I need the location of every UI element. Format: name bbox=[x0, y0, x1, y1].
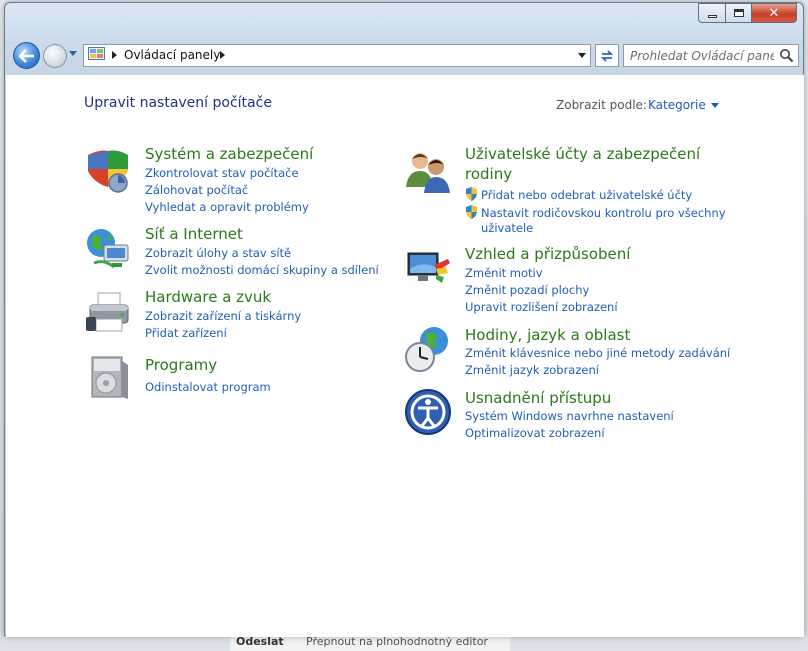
link-add-remove-accounts-label: Přidat nebo odebrat uživatelské účty bbox=[481, 188, 693, 202]
ease-of-access-icon bbox=[405, 389, 451, 435]
link-parental-controls-label: Nastavit rodičovskou kontrolu pro všechn… bbox=[481, 206, 726, 220]
breadcrumb-arrow-icon[interactable] bbox=[112, 51, 117, 59]
category-hardware-sound[interactable]: Hardware a zvuk bbox=[145, 288, 271, 306]
address-bar[interactable]: Ovládací panely bbox=[83, 44, 591, 67]
recent-pages-dropdown[interactable] bbox=[69, 51, 77, 56]
minimize-button[interactable] bbox=[698, 3, 725, 23]
control-panel-icon bbox=[88, 47, 105, 60]
category-programs[interactable]: Programy bbox=[145, 356, 217, 374]
category-network-internet[interactable]: Síť a Internet bbox=[145, 225, 243, 243]
category-appearance[interactable]: Vzhled a přizpůsobení bbox=[465, 245, 630, 263]
uac-shield-icon bbox=[466, 205, 477, 219]
navigation-bar: Ovládací panely bbox=[11, 41, 799, 69]
view-by-dropdown[interactable]: Kategorie bbox=[648, 98, 719, 112]
minimize-icon bbox=[707, 14, 717, 18]
category-system-security[interactable]: Systém a zabezpečení bbox=[145, 145, 313, 163]
refresh-icon bbox=[600, 49, 614, 62]
link-check-status[interactable]: Zkontrolovat stav počítače bbox=[145, 166, 299, 180]
printer-icon bbox=[86, 292, 129, 332]
address-dropdown-icon[interactable] bbox=[578, 53, 586, 58]
breadcrumb-arrow-icon[interactable] bbox=[220, 51, 225, 59]
uac-shield-icon bbox=[466, 187, 477, 201]
forward-button[interactable] bbox=[43, 44, 67, 68]
category-clock-language-region[interactable]: Hodiny, jazyk a oblast bbox=[465, 326, 630, 344]
link-parental-controls[interactable]: Nastavit rodičovskou kontrolu pro všechn… bbox=[465, 205, 726, 220]
control-panel-window: ✕ Ovládací panely Prohledat Ovládací pan… bbox=[4, 2, 804, 637]
close-icon: ✕ bbox=[768, 5, 780, 21]
chevron-down-icon bbox=[710, 103, 719, 108]
category-user-accounts[interactable]: Uživatelské účty a zabezpečení rodiny bbox=[465, 145, 700, 185]
main-content: Upravit nastavení počítače Zobrazit podl… bbox=[6, 75, 804, 637]
link-add-device[interactable]: Přidat zařízení bbox=[145, 326, 227, 340]
link-optimize-display[interactable]: Optimalizovat zobrazení bbox=[465, 426, 605, 440]
category-ease-of-access[interactable]: Usnadnění přístupu bbox=[465, 389, 611, 407]
link-parental-controls-cont[interactable]: uživatele bbox=[481, 221, 533, 235]
link-homegroup[interactable]: Zvolit možnosti domácí skupiny a sdílení bbox=[145, 263, 379, 277]
link-change-theme[interactable]: Změnit motiv bbox=[465, 266, 543, 280]
network-globe-icon bbox=[87, 229, 129, 269]
link-change-keyboards[interactable]: Změnit klávesnice nebo jiné metody zadáv… bbox=[465, 346, 730, 360]
link-network-status[interactable]: Zobrazit úlohy a stav sítě bbox=[145, 246, 291, 260]
link-add-remove-accounts[interactable]: Přidat nebo odebrat uživatelské účty bbox=[465, 187, 692, 202]
back-button[interactable] bbox=[13, 42, 40, 69]
clock-globe-icon bbox=[405, 327, 448, 372]
maximize-button[interactable] bbox=[725, 3, 751, 23]
view-by-value: Kategorie bbox=[648, 98, 706, 112]
caption-buttons: ✕ bbox=[698, 3, 797, 23]
security-shield-icon bbox=[88, 150, 128, 193]
users-icon bbox=[406, 153, 450, 193]
back-arrow-icon bbox=[18, 48, 34, 63]
page-title: Upravit nastavení počítače bbox=[84, 95, 272, 111]
breadcrumb-control-panel[interactable]: Ovládací panely bbox=[124, 48, 220, 62]
link-backup[interactable]: Zálohovat počítač bbox=[145, 183, 248, 197]
search-input[interactable] bbox=[624, 45, 774, 66]
link-devices-printers[interactable]: Zobrazit zařízení a tiskárny bbox=[145, 309, 301, 323]
category-user-accounts-line2: rodiny bbox=[465, 165, 513, 183]
link-uninstall-program[interactable]: Odinstalovat program bbox=[145, 380, 271, 394]
maximize-icon bbox=[733, 9, 744, 17]
category-user-accounts-line1: Uživatelské účty a zabezpečení bbox=[465, 145, 701, 163]
link-display-language[interactable]: Změnit jazyk zobrazení bbox=[465, 363, 599, 377]
appearance-monitor-icon bbox=[407, 252, 450, 283]
refresh-button[interactable] bbox=[595, 44, 619, 67]
view-by-label: Zobrazit podle: bbox=[556, 98, 647, 112]
programs-box-icon bbox=[91, 356, 128, 399]
link-troubleshoot[interactable]: Vyhledat a opravit problémy bbox=[145, 200, 309, 214]
search-icon[interactable] bbox=[779, 48, 794, 63]
close-button[interactable]: ✕ bbox=[751, 3, 797, 23]
link-screen-resolution[interactable]: Upravit rozlišení zobrazení bbox=[465, 300, 618, 314]
search-box[interactable] bbox=[623, 44, 799, 67]
link-windows-suggest-settings[interactable]: Systém Windows navrhne nastavení bbox=[465, 409, 674, 423]
link-change-background[interactable]: Změnit pozadí plochy bbox=[465, 283, 589, 297]
